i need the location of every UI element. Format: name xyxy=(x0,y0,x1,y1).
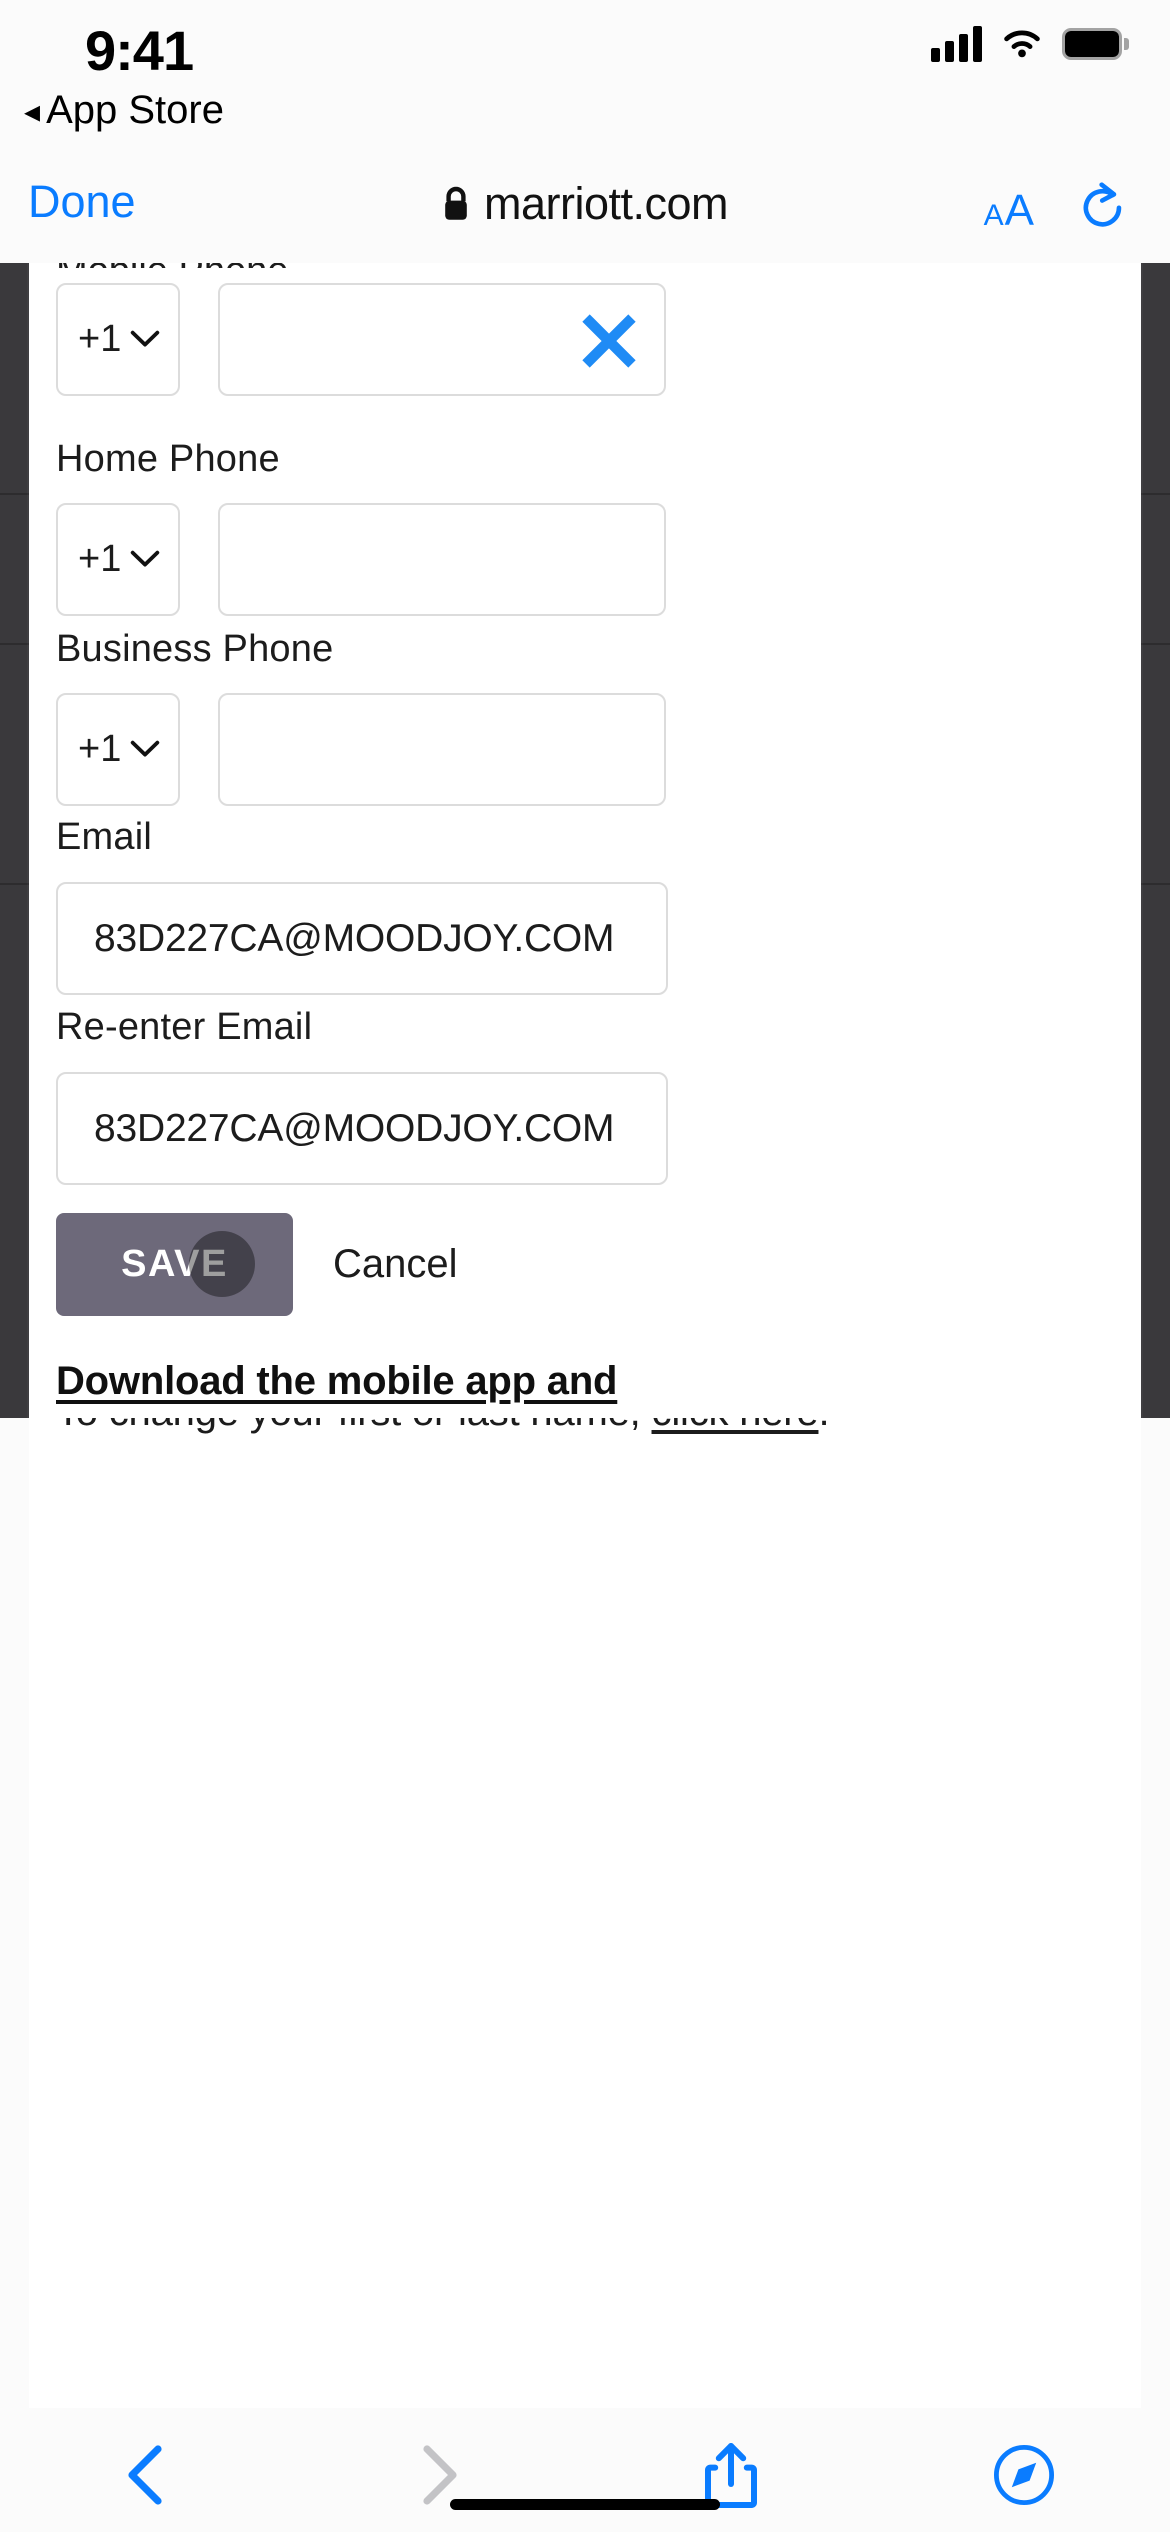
home-phone-country-select[interactable]: +1 xyxy=(56,503,180,616)
web-page-content: Mobile Phone +1 Home Phone xyxy=(29,263,1141,1418)
mobile-phone-country-value: +1 xyxy=(78,318,122,360)
home-phone-country-value: +1 xyxy=(78,538,122,580)
status-time: 9:41 xyxy=(85,19,194,82)
business-phone-row: +1 xyxy=(56,693,666,806)
back-triangle-icon: ◂ xyxy=(24,92,41,129)
mobile-phone-input[interactable] xyxy=(218,283,666,396)
business-phone-label: Business Phone xyxy=(56,628,334,670)
home-phone-row: +1 xyxy=(56,503,666,616)
text-size-small-a: A xyxy=(983,199,1004,232)
battery-full-icon xyxy=(1062,28,1129,60)
home-phone-input[interactable] xyxy=(218,503,666,616)
forward-button[interactable] xyxy=(384,2444,494,2506)
cancel-button[interactable]: Cancel xyxy=(333,1242,458,1287)
tap-highlight-indicator xyxy=(189,1231,255,1297)
mobile-phone-label: Mobile Phone xyxy=(56,263,288,268)
reload-button[interactable] xyxy=(1078,182,1128,239)
back-button[interactable] xyxy=(91,2444,201,2506)
reenter-email-value: 83D227CA@MOODJOY.COM xyxy=(94,1106,615,1150)
back-app-label: App Store xyxy=(46,88,224,132)
lock-icon xyxy=(445,186,467,220)
clear-x-icon[interactable] xyxy=(582,313,636,369)
iphone-screen: 9:41 ◂ App Store Done marriott.com A A +… xyxy=(0,0,1170,2532)
status-indicators xyxy=(931,26,1129,62)
text-size-large-a: A xyxy=(1004,186,1034,235)
save-button[interactable]: SAVE xyxy=(56,1213,293,1316)
chevron-right-icon xyxy=(423,2445,457,2505)
download-mobile-app-link[interactable]: Download the mobile app and get your dig… xyxy=(56,1355,676,1418)
change-name-note-prefix: To change your first or last name, xyxy=(56,1418,652,1434)
web-page-content-lower: To change your first or last name, click… xyxy=(29,1418,1141,2408)
safari-bottom-toolbar xyxy=(0,2418,1170,2532)
change-name-note-suffix: . xyxy=(818,1418,829,1434)
email-value: 83D227CA@MOODJOY.COM xyxy=(94,916,615,960)
business-phone-input[interactable] xyxy=(218,693,666,806)
home-indicator xyxy=(450,2499,720,2510)
chevron-down-icon xyxy=(130,740,160,757)
mobile-phone-country-select[interactable]: +1 xyxy=(56,283,180,396)
chevron-left-icon xyxy=(128,2445,162,2505)
reenter-email-label: Re-enter Email xyxy=(56,1006,313,1048)
status-bar: 9:41 ◂ App Store xyxy=(0,0,1170,160)
business-phone-country-value: +1 xyxy=(78,728,122,770)
reload-icon xyxy=(1083,182,1122,227)
chevron-down-icon xyxy=(130,330,160,347)
change-name-note: To change your first or last name, click… xyxy=(56,1418,1106,1435)
reenter-email-input[interactable]: 83D227CA@MOODJOY.COM xyxy=(56,1072,668,1185)
change-name-click-here-link[interactable]: click here xyxy=(652,1418,819,1434)
wifi-icon xyxy=(1004,30,1040,58)
cellular-bars-icon xyxy=(931,26,982,62)
compass-icon xyxy=(993,2444,1054,2506)
form-actions: SAVE Cancel xyxy=(56,1213,458,1316)
email-label: Email xyxy=(56,816,153,858)
text-size-button[interactable]: A A xyxy=(984,186,1034,236)
home-phone-label: Home Phone xyxy=(56,438,280,480)
url-text: marriott.com xyxy=(483,178,729,229)
tabs-button[interactable] xyxy=(969,2444,1079,2506)
safari-top-bar: Done marriott.com A A xyxy=(0,160,1170,263)
mobile-phone-row: +1 xyxy=(56,283,666,396)
email-input[interactable]: 83D227CA@MOODJOY.COM xyxy=(56,882,668,995)
back-to-app-store-link[interactable]: ◂ App Store xyxy=(24,88,224,133)
business-phone-country-select[interactable]: +1 xyxy=(56,693,180,806)
chevron-down-icon xyxy=(130,550,160,567)
